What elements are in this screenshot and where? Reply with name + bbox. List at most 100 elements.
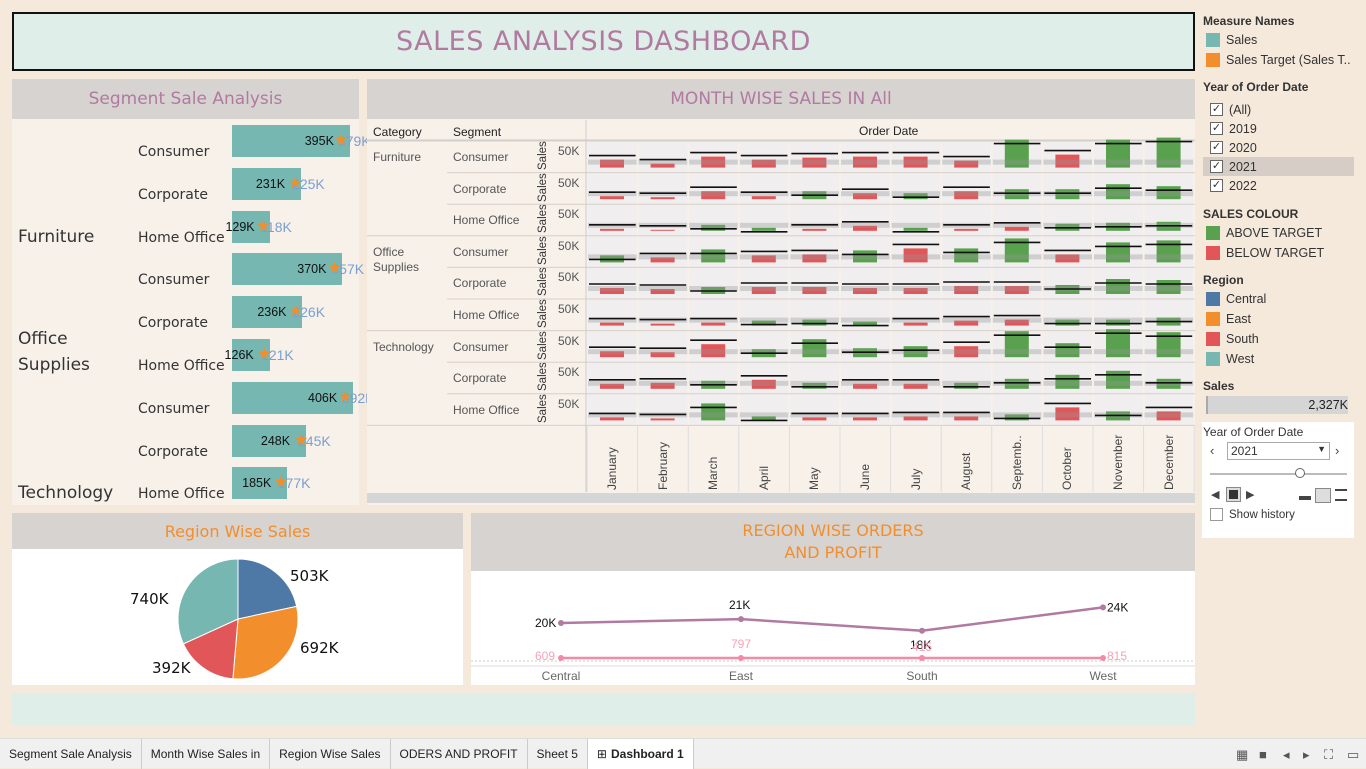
sheet-tab[interactable]: Sheet 5 [528, 739, 588, 769]
sales-total: 2,327K [1308, 398, 1348, 412]
checkbox-checked-icon[interactable]: ✓ [1210, 179, 1223, 192]
sheet-tab[interactable]: Region Wise Sales [270, 739, 391, 769]
profit-point [919, 655, 925, 661]
month-sales-bar [600, 417, 624, 421]
pie-label: 740K [130, 590, 170, 608]
filmstrip-icon[interactable]: ■ [1259, 747, 1267, 762]
target-band [588, 286, 637, 291]
pie-label: 503K [290, 567, 330, 585]
speed-slow-icon[interactable] [1299, 496, 1311, 500]
swatch-above [1206, 226, 1220, 240]
swatch-east [1206, 312, 1220, 326]
target-band [790, 317, 839, 323]
target-band [891, 254, 941, 260]
target-band [1094, 380, 1143, 386]
month-sales-bar [802, 417, 827, 421]
target-band [1144, 349, 1194, 355]
target-band [1094, 317, 1143, 323]
profit-label: 415 [912, 640, 932, 654]
checkbox-checked-icon[interactable]: ✓ [1210, 103, 1223, 116]
sheet-tab[interactable]: Segment Sale Analysis [0, 739, 142, 769]
speed-medium-icon[interactable] [1315, 488, 1331, 503]
target-band [689, 159, 738, 165]
playback-stop-icon[interactable] [1226, 487, 1241, 502]
target-band [739, 286, 789, 291]
year-slider-track[interactable] [1210, 473, 1347, 475]
target-band [739, 380, 789, 386]
region-pie-chart: 503K 692K 392K 740K [130, 558, 340, 680]
target-band [1043, 159, 1092, 165]
profit-point [1100, 655, 1106, 661]
checkbox-checked-icon[interactable]: ✓ [1210, 122, 1223, 135]
show-history-checkbox[interactable] [1210, 508, 1223, 521]
pie-label: 392K [152, 659, 192, 677]
year-prev-button[interactable]: ‹ [1210, 443, 1224, 459]
present-icon[interactable]: ▭ [1347, 747, 1359, 763]
legend-sales[interactable]: Sales [1206, 33, 1257, 47]
target-band [841, 286, 890, 291]
year-option-2021[interactable]: ✓ 2021 [1203, 157, 1354, 176]
year-next-button[interactable]: › [1335, 443, 1349, 459]
sheet-tabs: Segment Sale Analysis Month Wise Sales in… [0, 738, 1366, 769]
target-band [992, 254, 1042, 260]
target-band [1144, 412, 1194, 418]
speed-fast-icon[interactable] [1335, 489, 1347, 501]
target-band [942, 349, 991, 355]
playback-back-icon[interactable]: ◀ [1211, 488, 1219, 501]
region-axis-label: West [1089, 669, 1117, 683]
year-option-2022[interactable]: ✓ 2022 [1203, 176, 1354, 195]
month-sales-bar [802, 339, 827, 358]
month-sales-bar [650, 229, 675, 231]
year-option-all[interactable]: ✓ (All) [1203, 100, 1354, 119]
year-option-2019[interactable]: ✓ 2019 [1203, 119, 1354, 138]
year-dropdown[interactable]: 2021 ▼ [1227, 442, 1330, 460]
month-sales-bar [600, 322, 624, 326]
sheet-tab-label: Dashboard 1 [610, 747, 684, 761]
target-band [942, 254, 991, 260]
year-option-label: 2022 [1229, 178, 1257, 193]
year-slider-handle[interactable] [1295, 468, 1305, 478]
legend-below-target[interactable]: BELOW TARGET [1206, 246, 1324, 260]
legend-central[interactable]: Central [1206, 292, 1266, 306]
region-sales-heading: Region Wise Sales [12, 513, 463, 549]
sheet-tab[interactable]: Month Wise Sales in [142, 739, 271, 769]
region-header: Region [1203, 273, 1244, 287]
orders-label: 20K [535, 616, 556, 630]
orders-point [1100, 604, 1106, 611]
month-sales-bar [751, 227, 776, 231]
year-option-label: 2021 [1229, 159, 1257, 174]
legend-south[interactable]: South [1206, 332, 1259, 346]
target-band [689, 222, 738, 228]
target-band [841, 159, 890, 165]
target-band [891, 159, 941, 165]
playback-forward-icon[interactable]: ▶ [1246, 488, 1254, 501]
next-sheet-icon[interactable]: ▸ [1303, 747, 1310, 763]
checkbox-checked-icon[interactable]: ✓ [1210, 141, 1223, 154]
year-param-title: Year of Order Date [1203, 425, 1304, 439]
legend-west[interactable]: West [1206, 352, 1254, 366]
orders-label: 24K [1107, 600, 1128, 614]
target-band [841, 191, 890, 197]
sheet-tab[interactable]: ODERS AND PROFIT [391, 739, 528, 769]
legend-above-target[interactable]: ABOVE TARGET [1206, 226, 1322, 240]
measure-names-header: Measure Names [1203, 14, 1295, 28]
month-sales-bar [650, 418, 675, 421]
year-option-label: 2019 [1229, 121, 1257, 136]
profit-label: 815 [1107, 649, 1127, 663]
target-band [739, 159, 789, 165]
sheet-tab[interactable]: ⊞ Dashboard 1 [587, 739, 694, 769]
grid-view-icon[interactable]: ▦ [1236, 747, 1248, 763]
prev-sheet-icon[interactable]: ◂ [1283, 747, 1290, 763]
year-option-2020[interactable]: ✓ 2020 [1203, 138, 1354, 157]
target-band [1094, 286, 1143, 291]
year-filter-header: Year of Order Date [1203, 80, 1309, 94]
monthly-scrollbar[interactable] [367, 493, 1195, 503]
month-sales-bar [954, 228, 979, 231]
month-sales-bar [802, 228, 827, 231]
checkbox-checked-icon[interactable]: ✓ [1210, 160, 1223, 173]
sheet-tab-label: Region Wise Sales [279, 747, 381, 761]
target-band [790, 286, 839, 291]
legend-east[interactable]: East [1206, 312, 1251, 326]
legend-sales-target[interactable]: Sales Target (Sales T.. [1206, 53, 1351, 67]
fullscreen-icon[interactable]: ⛶ [1324, 747, 1333, 763]
